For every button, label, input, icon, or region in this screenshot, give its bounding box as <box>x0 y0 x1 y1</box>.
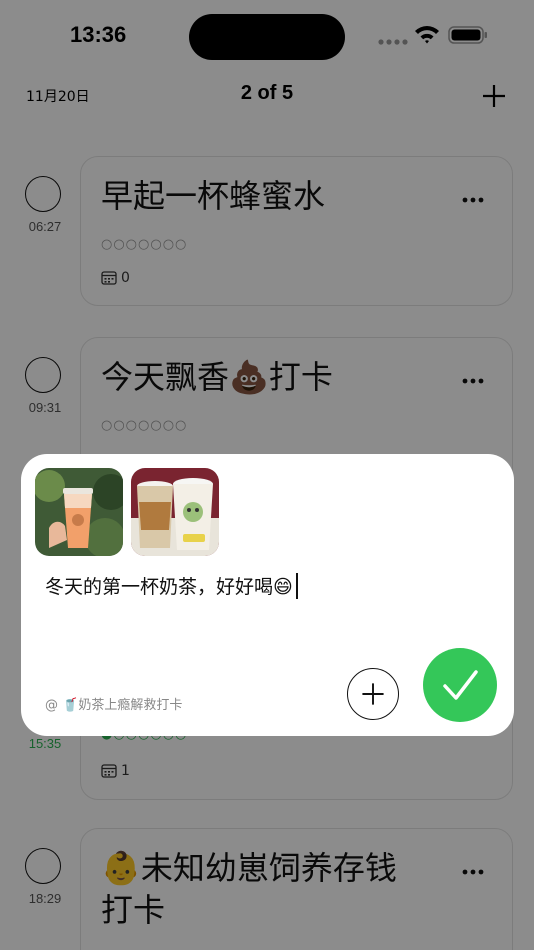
confirm-checkin-button[interactable] <box>423 648 497 722</box>
app-screen: 13:36 11月20日 2 of 5 06:27 早起一杯蜂蜜水 ○○○○○○… <box>0 0 534 950</box>
text-caret <box>295 572 298 599</box>
checkin-text-value: 冬天的第一杯奶茶，好好喝😄 <box>45 576 293 598</box>
attached-photo-two-cups[interactable] <box>131 468 219 556</box>
add-attachment-button[interactable] <box>347 668 399 720</box>
habit-mention-tag[interactable]: @ 🥤奶茶上瘾解救打卡 <box>45 694 182 713</box>
checkin-text-input[interactable]: 冬天的第一杯奶茶，好好喝😄 <box>45 572 298 599</box>
checkmark-icon <box>443 670 478 700</box>
checkin-compose-panel: 冬天的第一杯奶茶，好好喝😄 @ 🥤奶茶上瘾解救打卡 <box>21 454 514 736</box>
plus-icon <box>362 683 384 705</box>
attached-photo-milk-tea[interactable] <box>35 468 123 556</box>
